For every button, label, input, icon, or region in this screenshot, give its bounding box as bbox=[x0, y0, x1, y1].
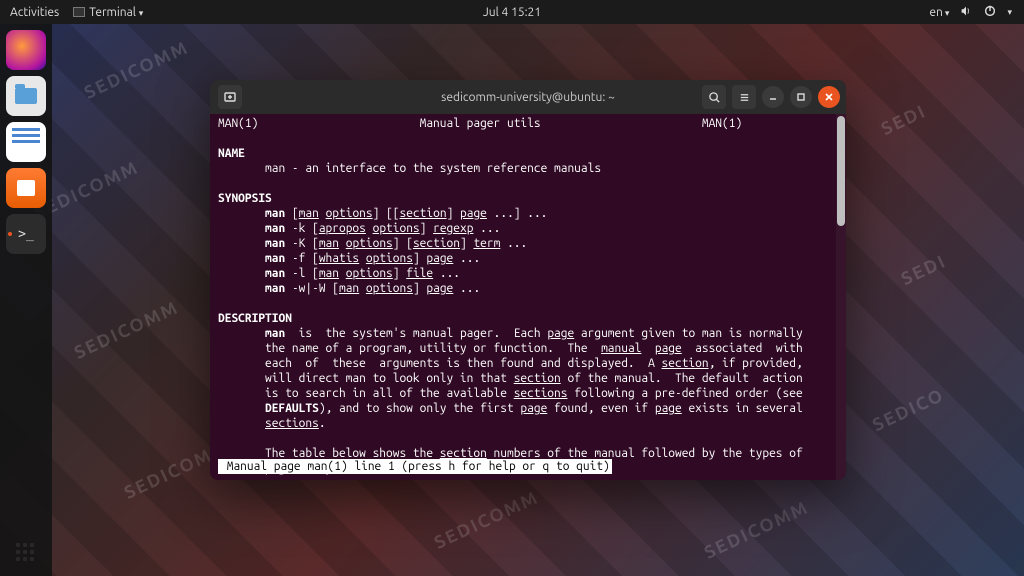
terminal-titlebar[interactable]: sedicomm-university@ubuntu: ~ bbox=[210, 80, 846, 114]
clock[interactable]: Jul 4 15:21 bbox=[483, 6, 541, 19]
power-icon[interactable] bbox=[983, 4, 997, 21]
activities-button[interactable]: Activities bbox=[10, 6, 59, 19]
section-synopsis: SYNOPSIS bbox=[218, 192, 272, 205]
terminal-title: sedicomm-university@ubuntu: ~ bbox=[441, 91, 615, 104]
man-header-center: Manual pager utils bbox=[420, 117, 541, 130]
terminal-window: sedicomm-university@ubuntu: ~ MAN(1) Man… bbox=[210, 80, 846, 480]
dock-app-terminal[interactable]: >_ bbox=[6, 214, 46, 254]
minimize-button[interactable] bbox=[762, 86, 784, 108]
app-menu[interactable]: Terminal bbox=[73, 6, 143, 19]
close-button[interactable] bbox=[818, 86, 840, 108]
search-button[interactable] bbox=[702, 85, 726, 109]
volume-icon[interactable] bbox=[959, 4, 973, 21]
dock-app-ubuntu-software[interactable] bbox=[6, 168, 46, 208]
maximize-button[interactable] bbox=[790, 86, 812, 108]
section-name: NAME bbox=[218, 147, 245, 160]
terminal-content[interactable]: MAN(1) Manual pager utils MAN(1) NAME ma… bbox=[210, 114, 846, 480]
scrollbar-thumb[interactable] bbox=[837, 116, 845, 226]
section-description: DESCRIPTION bbox=[218, 312, 292, 325]
dock-app-libreoffice-writer[interactable] bbox=[6, 122, 46, 162]
dock-app-firefox[interactable] bbox=[6, 30, 46, 70]
name-line: man - an interface to the system referen… bbox=[265, 162, 601, 175]
gnome-top-bar: Activities Terminal Jul 4 15:21 en ▾ bbox=[0, 0, 1024, 24]
new-tab-button[interactable] bbox=[218, 85, 242, 109]
ubuntu-dock: >_ bbox=[0, 24, 52, 576]
man-header-left: MAN(1) bbox=[218, 117, 258, 130]
hamburger-menu-button[interactable] bbox=[732, 85, 756, 109]
dock-app-files[interactable] bbox=[6, 76, 46, 116]
man-header-right: MAN(1) bbox=[702, 117, 742, 130]
input-source-indicator[interactable]: en bbox=[929, 6, 949, 19]
terminal-scrollbar[interactable] bbox=[836, 114, 846, 480]
system-menu-chevron-icon[interactable]: ▾ bbox=[1007, 7, 1012, 18]
less-status-line: Manual page man(1) line 1 (press h for h… bbox=[218, 459, 612, 474]
